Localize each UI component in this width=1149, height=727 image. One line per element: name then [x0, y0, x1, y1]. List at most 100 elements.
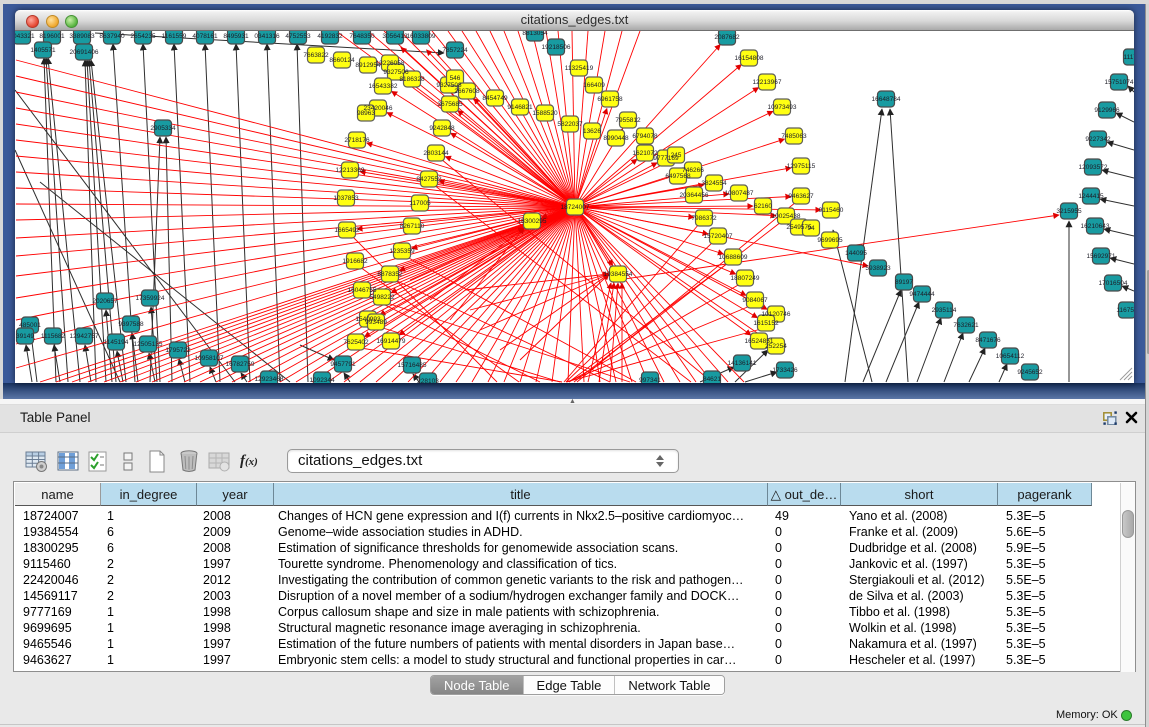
svg-text:15751074: 15751074: [1105, 79, 1134, 86]
svg-text:98963: 98963: [357, 110, 375, 117]
svg-text:1795722: 1795722: [165, 347, 191, 354]
svg-text:7632621: 7632621: [953, 322, 979, 329]
svg-text:12505135: 12505135: [134, 341, 163, 348]
svg-text:7857224: 7857224: [442, 47, 468, 54]
svg-text:20691406: 20691406: [70, 49, 99, 56]
svg-text:15716485: 15716485: [398, 362, 427, 369]
svg-text:20364456: 20364456: [680, 192, 709, 199]
svg-text:10958107: 10958107: [195, 355, 224, 362]
svg-text:1916682: 1916682: [342, 258, 368, 265]
svg-text:10973493: 10973493: [768, 104, 797, 111]
svg-text:18300295: 18300295: [518, 218, 547, 225]
svg-text:13226058: 13226058: [376, 60, 405, 67]
svg-text:9463627: 9463627: [788, 193, 814, 200]
svg-text:117005: 117005: [409, 200, 431, 207]
svg-text:17359924: 17359924: [136, 295, 165, 302]
svg-text:10688609: 10688609: [719, 254, 748, 261]
svg-text:1043321: 1043321: [15, 33, 35, 40]
svg-text:4192832: 4192832: [317, 33, 343, 40]
svg-text:1665492: 1665492: [334, 227, 360, 234]
svg-text:997341: 997341: [639, 377, 661, 383]
svg-text:9457791: 9457791: [330, 361, 356, 368]
svg-text:10120746: 10120746: [762, 311, 791, 318]
svg-text:8196001: 8196001: [39, 33, 65, 40]
svg-text:9242848: 9242848: [429, 125, 455, 132]
svg-text:1092344: 1092344: [309, 377, 335, 383]
svg-text:3215955: 3215955: [1056, 208, 1082, 215]
svg-text:166409: 166409: [583, 82, 605, 89]
svg-text:2803144: 2803144: [423, 150, 449, 157]
svg-text:2654235: 2654235: [130, 33, 156, 40]
svg-text:9327506: 9327506: [383, 69, 409, 76]
svg-text:8660124: 8660124: [329, 57, 355, 64]
svg-text:15692971: 15692971: [1087, 253, 1116, 260]
svg-text:1405571: 1405571: [30, 47, 56, 54]
svg-text:18807249: 18807249: [731, 275, 760, 282]
svg-text:3056413: 3056413: [382, 33, 408, 40]
svg-text:7625402: 7625402: [343, 339, 369, 346]
svg-text:18724007: 18724007: [561, 204, 590, 211]
svg-text:11325419: 11325419: [565, 65, 594, 72]
svg-text:4078161: 4078161: [192, 33, 218, 40]
svg-text:10807487: 10807487: [725, 190, 754, 197]
svg-text:11172: 11172: [1123, 54, 1134, 61]
svg-text:94: 94: [807, 225, 815, 232]
svg-text:15720407: 15720407: [704, 233, 733, 240]
svg-text:7986372: 7986372: [691, 215, 717, 222]
svg-text:6961758: 6961758: [597, 96, 623, 103]
svg-text:5938923: 5938923: [865, 265, 891, 272]
svg-text:9129966: 9129966: [1094, 107, 1120, 114]
svg-text:0341316: 0341316: [254, 33, 280, 40]
svg-text:16046755: 16046755: [348, 287, 377, 294]
svg-text:1733426: 1733426: [772, 367, 798, 374]
svg-text:1244415: 1244415: [1078, 193, 1104, 200]
svg-text:5822037: 5822037: [557, 121, 583, 128]
svg-text:14136141: 14136141: [728, 360, 757, 367]
svg-text:252254: 252254: [765, 343, 787, 350]
svg-text:3675685: 3675685: [437, 101, 463, 108]
svg-text:2935114: 2935114: [932, 307, 957, 314]
svg-text:9474444: 9474444: [909, 291, 935, 298]
svg-text:116753: 116753: [1116, 307, 1134, 314]
svg-text:16033809: 16033809: [407, 33, 436, 40]
svg-text:12213967: 12213967: [753, 79, 782, 86]
svg-text:7663822: 7663822: [303, 52, 329, 59]
svg-text:1615152: 1615152: [753, 320, 779, 327]
svg-text:8186328: 8186328: [399, 76, 425, 83]
svg-text:8454749: 8454749: [482, 95, 508, 102]
svg-text:245: 245: [671, 152, 682, 159]
svg-text:9084067: 9084067: [742, 297, 768, 304]
svg-text:228103: 228103: [417, 378, 439, 383]
svg-text:9699695: 9699695: [817, 237, 843, 244]
svg-text:2087682: 2087682: [714, 34, 740, 41]
svg-text:84621: 84621: [703, 376, 721, 383]
svg-text:16543382: 16543382: [369, 83, 398, 90]
svg-text:62160: 62160: [754, 203, 772, 210]
svg-text:1115682: 1115682: [41, 333, 66, 340]
svg-text:10654112: 10654112: [996, 353, 1025, 360]
svg-text:2020657: 2020657: [92, 298, 118, 305]
svg-text:16154808: 16154808: [735, 55, 764, 62]
svg-text:19384554: 19384554: [604, 271, 633, 278]
svg-text:9227342: 9227342: [1085, 136, 1111, 143]
svg-text:2718176: 2718176: [344, 137, 370, 144]
svg-text:8878352: 8878352: [377, 271, 403, 278]
svg-text:1588520: 1588520: [532, 110, 558, 117]
svg-text:12923468: 12923468: [255, 376, 284, 383]
svg-text:8267110: 8267110: [400, 223, 425, 230]
svg-text:12093572: 12093572: [1079, 164, 1108, 171]
svg-text:1037853: 1037853: [333, 195, 359, 202]
svg-text:16782759: 16782759: [226, 361, 255, 368]
svg-text:546: 546: [450, 75, 461, 82]
svg-text:12975115: 12975115: [787, 163, 816, 170]
svg-text:7955812: 7955812: [615, 117, 641, 124]
svg-text:7648350: 7648350: [349, 33, 375, 40]
svg-text:485001: 485001: [19, 322, 41, 329]
svg-text:9245652: 9245652: [1017, 369, 1043, 376]
svg-text:3389083: 3389083: [69, 33, 95, 40]
svg-text:12213369: 12213369: [336, 167, 365, 174]
svg-text:7485063: 7485063: [781, 133, 807, 140]
svg-text:89197: 89197: [895, 279, 913, 286]
svg-text:4752553: 4752553: [285, 33, 311, 40]
svg-text:8637940: 8637940: [99, 33, 125, 40]
